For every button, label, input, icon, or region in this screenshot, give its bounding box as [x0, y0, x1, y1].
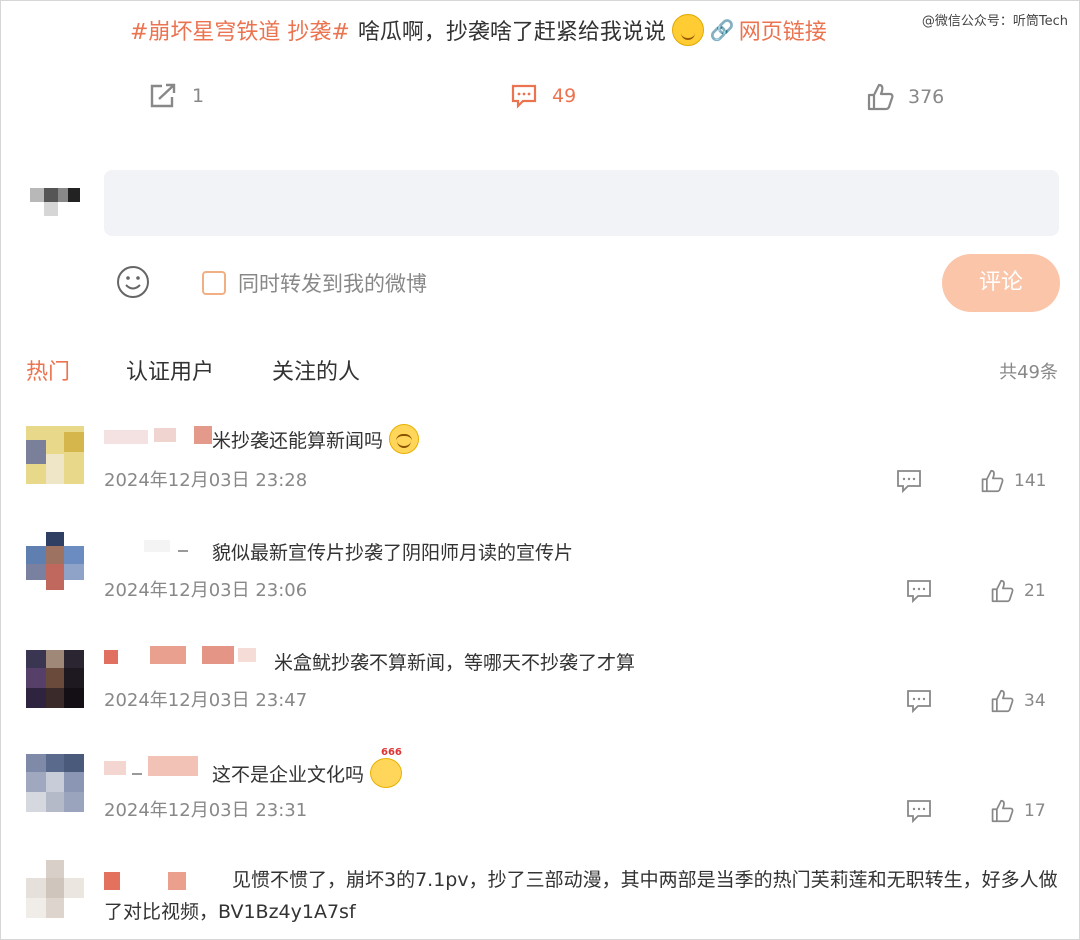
avatar	[26, 532, 84, 590]
watermark: @微信公众号：听筒Tech	[921, 14, 1068, 29]
like-button[interactable]: 376	[866, 82, 944, 112]
avatar	[26, 754, 84, 812]
share-icon	[150, 83, 176, 108]
comment-icon[interactable]	[896, 468, 922, 494]
thumbs-up-icon	[991, 579, 1014, 603]
thumbs-up-icon	[981, 469, 1004, 493]
tab-hot[interactable]: 热门	[26, 354, 70, 386]
like-button[interactable]: 17	[990, 798, 1046, 824]
checkbox-box	[202, 271, 226, 295]
tab-verified-users[interactable]: 认证用户	[126, 354, 214, 386]
like-button[interactable]: 34	[990, 688, 1046, 714]
username[interactable]	[104, 646, 256, 664]
timestamp: 2024年12月03日 23:06	[104, 580, 308, 601]
comment-icon[interactable]	[906, 688, 932, 714]
comment-button[interactable]: 49	[510, 82, 576, 110]
repost-button[interactable]: 1	[148, 82, 204, 110]
chain-link-icon: 🔗	[709, 18, 735, 42]
timestamp: 2024年12月03日 23:47	[104, 690, 308, 711]
comment-icon[interactable]	[906, 798, 932, 824]
comment-text: 貌似最新宣传片抄袭了阴阳师月读的宣传片	[212, 542, 574, 564]
hashtag-link[interactable]: #崩坏星穹铁道 抄袭#	[130, 14, 350, 46]
username[interactable]	[104, 536, 188, 552]
smiley-icon[interactable]	[116, 265, 150, 299]
like-count: 141	[1014, 471, 1047, 491]
avatar	[26, 426, 84, 484]
666-emoji: 666	[370, 747, 403, 788]
post-action-bar: 1 49 376	[0, 78, 1080, 118]
thumbs-up-icon	[867, 83, 894, 111]
comment-count: 49	[552, 85, 577, 107]
webpage-link-label: 网页链接	[738, 20, 827, 45]
submit-comment-button[interactable]: 评论	[942, 254, 1060, 312]
thumbs-up-icon	[991, 689, 1014, 713]
comment-text: 见惯不惯了，崩坏3的7.1pv，抄了三部动漫，其中两部是当季的热门芙莉莲和无职转…	[104, 869, 1058, 923]
comment-text: 这不是企业文化吗 666	[212, 747, 403, 788]
comment-body: 米抄袭还能算新闻吗	[212, 429, 384, 452]
like-count: 376	[908, 86, 945, 108]
avatar	[26, 860, 84, 918]
timestamp: 2024年12月03日 23:31	[104, 800, 308, 821]
username[interactable]	[104, 426, 212, 444]
username[interactable]	[104, 756, 198, 776]
webpage-link[interactable]: 🔗 网页链接	[710, 14, 827, 46]
like-button[interactable]: 21	[990, 578, 1046, 604]
post-text: #崩坏星穹铁道 抄袭# 啥瓜啊，抄袭啥了赶紧给我说说 🔗 网页链接	[130, 14, 827, 46]
comment-icon[interactable]	[906, 578, 932, 604]
like-count: 34	[1024, 691, 1046, 711]
comment-text: 米抄袭还能算新闻吗	[212, 424, 420, 454]
like-button[interactable]: 141	[980, 468, 1046, 494]
tab-following[interactable]: 关注的人	[272, 354, 360, 386]
repost-checkbox-label: 同时转发到我的微博	[238, 272, 427, 296]
comment-icon	[511, 84, 537, 109]
comment-text: 米盒鱿抄袭不算新闻，等哪天不抄袭了才算	[274, 652, 636, 674]
comment-body: 这不是企业文化吗	[212, 763, 365, 786]
timestamp: 2024年12月03日 23:28	[104, 470, 308, 491]
like-count: 17	[1024, 801, 1046, 821]
tongue-face-emoji	[671, 14, 704, 46]
comment-input[interactable]	[104, 170, 1059, 236]
repost-checkbox[interactable]: 同时转发到我的微博	[202, 268, 427, 298]
avatar	[26, 650, 84, 708]
total-count: 共49条	[999, 362, 1058, 383]
like-count: 21	[1024, 581, 1046, 601]
thumbs-up-icon	[991, 799, 1014, 823]
repost-count: 1	[192, 85, 205, 107]
smile-emoji	[389, 424, 420, 454]
post-body: 啥瓜啊，抄袭啥了赶紧给我说说	[357, 20, 666, 45]
avatar	[30, 188, 80, 216]
